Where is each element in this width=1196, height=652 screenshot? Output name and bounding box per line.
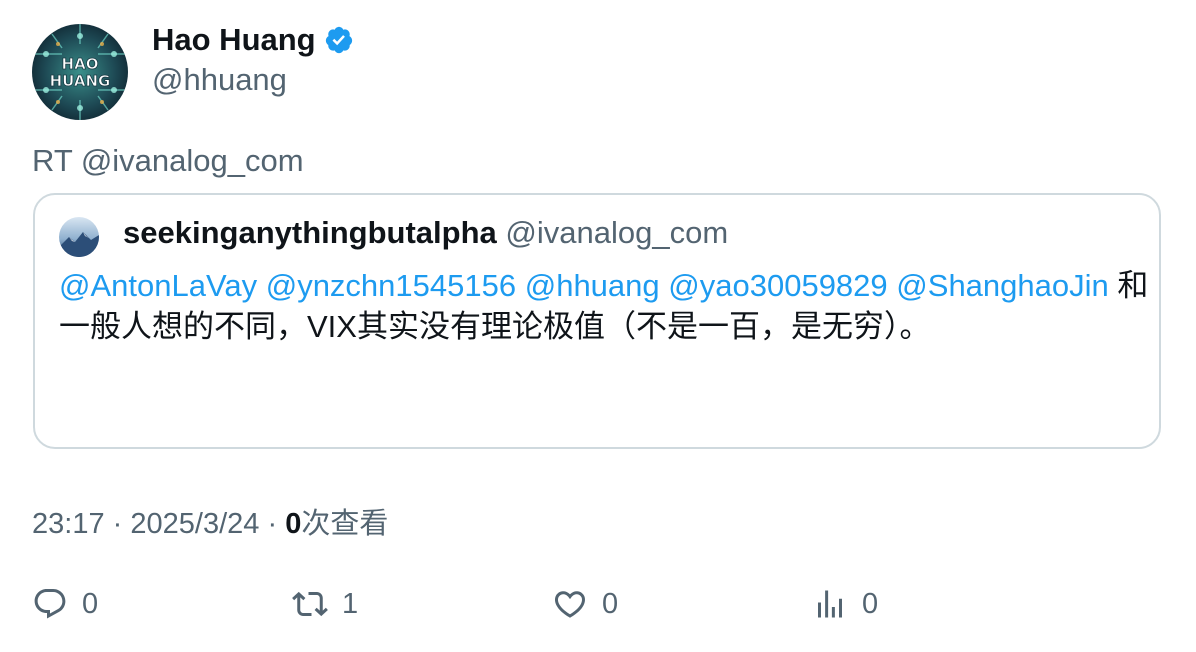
mention-link[interactable]: @ynzchn1545156 (266, 268, 516, 303)
retweet-button[interactable]: 1 (292, 586, 358, 622)
quoted-tweet-card[interactable]: seekinganythingbutalpha @ivanalog_com @A… (33, 193, 1161, 449)
quoted-handle[interactable]: @ivanalog_com (505, 215, 728, 250)
tweet-date[interactable]: 2025/3/24 (130, 508, 259, 540)
tweet-time[interactable]: 23:17 (32, 508, 105, 540)
quoted-tweet-header: seekinganythingbutalpha @ivanalog_com (123, 215, 728, 251)
author-avatar[interactable]: HAO HUANG (32, 24, 128, 120)
svg-text:HAO: HAO (62, 55, 99, 73)
author-display-name[interactable]: Hao Huang (152, 22, 316, 58)
heart-icon (554, 591, 586, 618)
quoted-author-avatar[interactable] (59, 217, 99, 257)
mention-link[interactable]: @hhuang (525, 268, 660, 303)
action-bar: 0 1 0 0 (0, 586, 1196, 630)
retweet-icon (292, 591, 328, 617)
avatar-image: HAO HUANG (32, 24, 128, 120)
quoted-avatar-image (59, 217, 99, 257)
views-count: 0 (285, 508, 302, 540)
reply-button[interactable]: 0 (32, 586, 98, 622)
analytics-icon (818, 590, 842, 618)
reply-count: 0 (82, 587, 99, 620)
retweet-text: RT @ivanalog_com (32, 143, 304, 178)
like-count: 0 (602, 587, 619, 620)
meta-separator: · (112, 508, 123, 540)
views-action-count: 0 (862, 587, 879, 620)
author-handle[interactable]: @hhuang (152, 62, 287, 98)
mention-link[interactable]: @AntonLaVay (59, 268, 257, 303)
tweet-meta: 23:17 · 2025/3/24 · 0次查看 (32, 500, 388, 542)
quoted-tweet-text: @AntonLaVay @ynzchn1545156 @hhuang @yao3… (59, 265, 1149, 347)
svg-text:HUANG: HUANG (50, 72, 111, 90)
views-button[interactable]: 0 (812, 586, 878, 622)
retweet-count: 1 (342, 587, 359, 620)
reply-icon (34, 589, 66, 619)
author-name-row: Hao Huang (152, 22, 354, 58)
mention-link[interactable]: @ShanghaoJin (896, 268, 1108, 303)
views-label: 次查看 (301, 508, 389, 540)
like-button[interactable]: 0 (552, 586, 618, 622)
meta-separator: · (267, 508, 278, 540)
mention-link[interactable]: @yao30059829 (668, 268, 887, 303)
quoted-display-name[interactable]: seekinganythingbutalpha (123, 215, 497, 250)
verified-badge-icon[interactable] (324, 25, 354, 55)
